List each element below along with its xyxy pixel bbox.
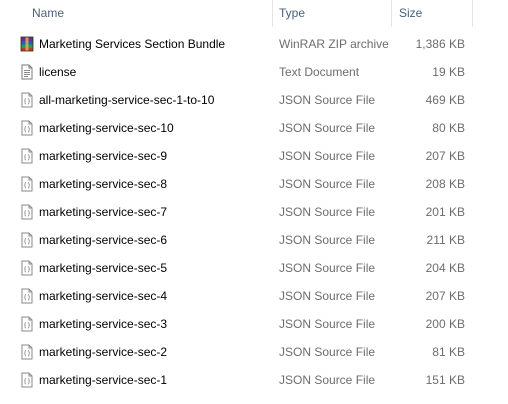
file-size: 81 KB xyxy=(432,345,465,359)
file-row[interactable]: Marketing Services Section Bundle WinRAR … xyxy=(0,30,508,58)
file-name[interactable]: Marketing Services Section Bundle xyxy=(39,30,225,58)
file-size: 204 KB xyxy=(425,261,465,275)
file-name[interactable]: marketing-service-sec-10 xyxy=(39,114,174,142)
file-name[interactable]: marketing-service-sec-1 xyxy=(39,366,167,394)
file-name[interactable]: marketing-service-sec-2 xyxy=(39,338,167,366)
file-type: JSON Source File xyxy=(279,261,376,275)
file-size: 200 KB xyxy=(425,317,465,331)
file-size: 80 KB xyxy=(432,121,465,135)
file-row[interactable]: marketing-service-sec-10 JSON Source File… xyxy=(0,114,508,142)
json-file-icon xyxy=(19,344,35,360)
file-type: JSON Source File xyxy=(279,177,376,191)
file-row[interactable]: marketing-service-sec-2 JSON Source File 8… xyxy=(0,338,508,366)
column-header-bar: Name Type Size xyxy=(0,0,508,27)
winrar-archive-icon xyxy=(19,36,35,52)
json-file-icon xyxy=(19,232,35,248)
file-name[interactable]: marketing-service-sec-5 xyxy=(39,254,167,282)
file-name[interactable]: marketing-service-sec-4 xyxy=(39,282,167,310)
file-name[interactable]: marketing-service-sec-9 xyxy=(39,142,167,170)
text-document-icon xyxy=(19,64,35,80)
file-size: 207 KB xyxy=(425,289,465,303)
json-file-icon xyxy=(19,148,35,164)
file-row[interactable]: license Text Document 19 KB xyxy=(0,58,508,86)
file-type: JSON Source File xyxy=(279,317,376,331)
file-size: 208 KB xyxy=(425,177,465,191)
file-row[interactable]: marketing-service-sec-9 JSON Source File 2… xyxy=(0,142,508,170)
file-row[interactable]: marketing-service-sec-3 JSON Source File 2… xyxy=(0,310,508,338)
file-type: JSON Source File xyxy=(279,233,376,247)
file-row[interactable]: marketing-service-sec-6 JSON Source File 2… xyxy=(0,226,508,254)
file-name[interactable]: marketing-service-sec-7 xyxy=(39,198,167,226)
file-size: 19 KB xyxy=(432,65,465,79)
file-size: 207 KB xyxy=(425,149,465,163)
column-header-name[interactable]: Name xyxy=(0,0,272,27)
file-name[interactable]: marketing-service-sec-3 xyxy=(39,310,167,338)
json-file-icon xyxy=(19,176,35,192)
file-type: JSON Source File xyxy=(279,149,376,163)
file-name[interactable]: marketing-service-sec-8 xyxy=(39,170,167,198)
json-file-icon xyxy=(19,372,35,388)
file-type: JSON Source File xyxy=(279,373,376,387)
json-file-icon xyxy=(19,316,35,332)
file-row[interactable]: marketing-service-sec-1 JSON Source File 1… xyxy=(0,366,508,394)
file-type: JSON Source File xyxy=(279,205,376,219)
file-size: 1,386 KB xyxy=(415,37,465,51)
file-explorer-details-view: Name Type Size Marketing Services Sectio… xyxy=(0,0,508,404)
file-row[interactable]: all-marketing-service-sec-1-to-10 JSON So… xyxy=(0,86,508,114)
file-row[interactable]: marketing-service-sec-7 JSON Source File 2… xyxy=(0,198,508,226)
file-row[interactable]: marketing-service-sec-4 JSON Source File 2… xyxy=(0,282,508,310)
json-file-icon xyxy=(19,288,35,304)
file-size: 469 KB xyxy=(425,93,465,107)
file-name[interactable]: all-marketing-service-sec-1-to-10 xyxy=(39,86,214,114)
json-file-icon xyxy=(19,120,35,136)
file-type: JSON Source File xyxy=(279,93,376,107)
file-size: 211 KB xyxy=(426,233,465,247)
json-file-icon xyxy=(19,260,35,276)
file-type: Text Document xyxy=(279,65,360,79)
file-name[interactable]: license xyxy=(39,58,76,86)
file-size: 201 KB xyxy=(425,205,465,219)
file-type: JSON Source File xyxy=(279,289,376,303)
column-header-type[interactable]: Type xyxy=(272,0,391,27)
file-list: Marketing Services Section Bundle WinRAR … xyxy=(0,30,508,394)
column-header-size[interactable]: Size xyxy=(391,0,472,27)
file-name[interactable]: marketing-service-sec-6 xyxy=(39,226,167,254)
file-type: JSON Source File xyxy=(279,121,376,135)
file-row[interactable]: marketing-service-sec-8 JSON Source File 2… xyxy=(0,170,508,198)
json-file-icon xyxy=(19,92,35,108)
file-row[interactable]: marketing-service-sec-5 JSON Source File 2… xyxy=(0,254,508,282)
file-type: WinRAR ZIP archive xyxy=(279,37,389,51)
json-file-icon xyxy=(19,204,35,220)
file-size: 151 KB xyxy=(425,373,465,387)
file-type: JSON Source File xyxy=(279,345,376,359)
column-divider[interactable] xyxy=(472,0,473,27)
